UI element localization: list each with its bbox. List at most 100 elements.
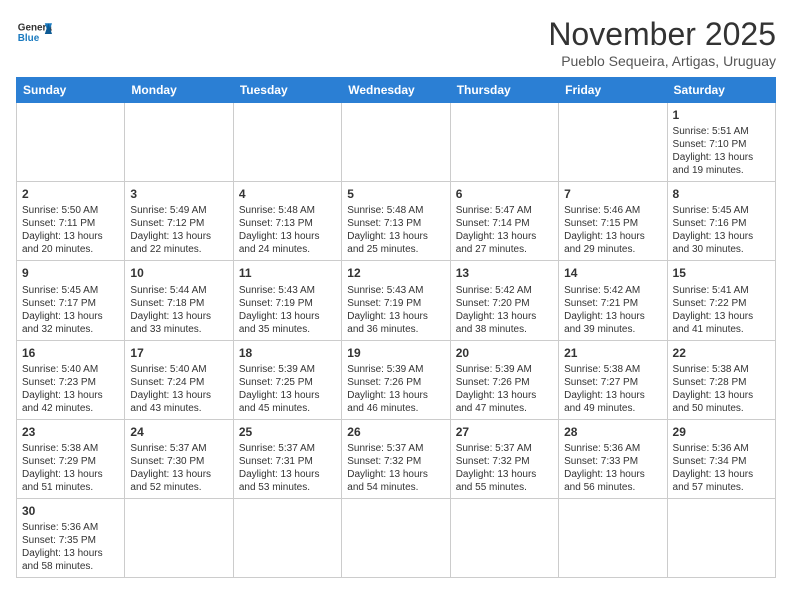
day-info: Sunrise: 5:45 AM Sunset: 7:16 PM Dayligh… bbox=[673, 204, 770, 256]
calendar-day-cell: 26 Sunrise: 5:37 AM Sunset: 7:32 PM Dayli… bbox=[342, 419, 450, 498]
day-number: 28 bbox=[564, 424, 661, 440]
svg-text:Blue: Blue bbox=[18, 33, 40, 44]
calendar-day-cell: 4Sunrise: 5:48 AM Sunset: 7:13 PM Daylig… bbox=[233, 182, 341, 261]
day-number: 7 bbox=[564, 186, 661, 202]
calendar-day-cell: 3 Sunrise: 5:49 AM Sunset: 7:12 PM Daylig… bbox=[125, 182, 233, 261]
calendar-day-cell: 17 Sunrise: 5:40 AM Sunset: 7:24 PM Dayli… bbox=[125, 340, 233, 419]
logo: General Blue bbox=[16, 16, 52, 52]
day-info: Sunrise: 5:47 AM Sunset: 7:14 PM Dayligh… bbox=[456, 204, 553, 256]
calendar-day-cell: 2Sunrise: 5:50 AM Sunset: 7:11 PM Daylig… bbox=[17, 182, 125, 261]
day-info: Sunrise: 5:36 AM Sunset: 7:33 PM Dayligh… bbox=[564, 442, 661, 494]
calendar-table: SundayMondayTuesdayWednesdayThursdayFrid… bbox=[16, 77, 776, 578]
calendar-day-cell: 14 Sunrise: 5:42 AM Sunset: 7:21 PM Dayli… bbox=[559, 261, 667, 340]
day-info: Sunrise: 5:39 AM Sunset: 7:26 PM Dayligh… bbox=[456, 363, 553, 415]
day-number: 27 bbox=[456, 424, 553, 440]
day-number: 30 bbox=[22, 503, 119, 519]
calendar-day-cell: 11 Sunrise: 5:43 AM Sunset: 7:19 PM Dayli… bbox=[233, 261, 341, 340]
location-subtitle: Pueblo Sequeira, Artigas, Uruguay bbox=[548, 53, 776, 69]
calendar-day-cell: 20Sunrise: 5:39 AM Sunset: 7:26 PM Dayli… bbox=[450, 340, 558, 419]
calendar-day-cell: 30 Sunrise: 5:36 AM Sunset: 7:35 PM Dayli… bbox=[17, 498, 125, 577]
calendar-week-row: 30 Sunrise: 5:36 AM Sunset: 7:35 PM Dayli… bbox=[17, 498, 776, 577]
day-number: 13 bbox=[456, 265, 553, 281]
calendar-day-cell bbox=[450, 498, 558, 577]
day-info: Sunrise: 5:41 AM Sunset: 7:22 PM Dayligh… bbox=[673, 284, 770, 336]
calendar-day-cell: 8Sunrise: 5:45 AM Sunset: 7:16 PM Daylig… bbox=[667, 182, 775, 261]
day-info: Sunrise: 5:42 AM Sunset: 7:21 PM Dayligh… bbox=[564, 284, 661, 336]
day-info: Sunrise: 5:37 AM Sunset: 7:32 PM Dayligh… bbox=[347, 442, 444, 494]
day-info: Sunrise: 5:51 AM Sunset: 7:10 PM Dayligh… bbox=[673, 125, 770, 177]
day-number: 9 bbox=[22, 265, 119, 281]
calendar-day-cell bbox=[233, 103, 341, 182]
day-number: 11 bbox=[239, 265, 336, 281]
day-info: Sunrise: 5:48 AM Sunset: 7:13 PM Dayligh… bbox=[347, 204, 444, 256]
calendar-day-cell bbox=[17, 103, 125, 182]
day-number: 19 bbox=[347, 345, 444, 361]
calendar-day-cell: 5 Sunrise: 5:48 AM Sunset: 7:13 PM Daylig… bbox=[342, 182, 450, 261]
day-number: 12 bbox=[347, 265, 444, 281]
day-number: 2 bbox=[22, 186, 119, 202]
day-info: Sunrise: 5:39 AM Sunset: 7:26 PM Dayligh… bbox=[347, 363, 444, 415]
calendar-day-cell: 25Sunrise: 5:37 AM Sunset: 7:31 PM Dayli… bbox=[233, 419, 341, 498]
calendar-day-cell: 7Sunrise: 5:46 AM Sunset: 7:15 PM Daylig… bbox=[559, 182, 667, 261]
day-info: Sunrise: 5:43 AM Sunset: 7:19 PM Dayligh… bbox=[239, 284, 336, 336]
calendar-day-cell bbox=[559, 103, 667, 182]
calendar-day-cell bbox=[342, 498, 450, 577]
calendar-day-cell: 24 Sunrise: 5:37 AM Sunset: 7:30 PM Dayli… bbox=[125, 419, 233, 498]
calendar-day-cell: 1 Sunrise: 5:51 AM Sunset: 7:10 PM Daylig… bbox=[667, 103, 775, 182]
day-info: Sunrise: 5:39 AM Sunset: 7:25 PM Dayligh… bbox=[239, 363, 336, 415]
calendar-day-cell bbox=[125, 498, 233, 577]
calendar-day-cell: 6 Sunrise: 5:47 AM Sunset: 7:14 PM Daylig… bbox=[450, 182, 558, 261]
calendar-day-cell bbox=[125, 103, 233, 182]
calendar-day-cell: 16 Sunrise: 5:40 AM Sunset: 7:23 PM Dayli… bbox=[17, 340, 125, 419]
day-number: 23 bbox=[22, 424, 119, 440]
day-number: 10 bbox=[130, 265, 227, 281]
day-number: 21 bbox=[564, 345, 661, 361]
day-number: 14 bbox=[564, 265, 661, 281]
day-info: Sunrise: 5:38 AM Sunset: 7:28 PM Dayligh… bbox=[673, 363, 770, 415]
day-info: Sunrise: 5:37 AM Sunset: 7:31 PM Dayligh… bbox=[239, 442, 336, 494]
day-number: 22 bbox=[673, 345, 770, 361]
page-header: General Blue November 2025 Pueblo Sequei… bbox=[16, 16, 776, 69]
calendar-day-cell: 9 Sunrise: 5:45 AM Sunset: 7:17 PM Daylig… bbox=[17, 261, 125, 340]
day-number: 26 bbox=[347, 424, 444, 440]
calendar-day-cell: 28 Sunrise: 5:36 AM Sunset: 7:33 PM Dayli… bbox=[559, 419, 667, 498]
day-info: Sunrise: 5:43 AM Sunset: 7:19 PM Dayligh… bbox=[347, 284, 444, 336]
calendar-day-cell bbox=[342, 103, 450, 182]
calendar-day-cell: 12 Sunrise: 5:43 AM Sunset: 7:19 PM Dayli… bbox=[342, 261, 450, 340]
calendar-day-cell bbox=[559, 498, 667, 577]
day-info: Sunrise: 5:44 AM Sunset: 7:18 PM Dayligh… bbox=[130, 284, 227, 336]
calendar-day-cell: 23 Sunrise: 5:38 AM Sunset: 7:29 PM Dayli… bbox=[17, 419, 125, 498]
calendar-week-row: 2Sunrise: 5:50 AM Sunset: 7:11 PM Daylig… bbox=[17, 182, 776, 261]
day-number: 24 bbox=[130, 424, 227, 440]
day-info: Sunrise: 5:42 AM Sunset: 7:20 PM Dayligh… bbox=[456, 284, 553, 336]
calendar-day-cell: 21Sunrise: 5:38 AM Sunset: 7:27 PM Dayli… bbox=[559, 340, 667, 419]
day-number: 3 bbox=[130, 186, 227, 202]
day-number: 1 bbox=[673, 107, 770, 123]
day-info: Sunrise: 5:40 AM Sunset: 7:24 PM Dayligh… bbox=[130, 363, 227, 415]
day-of-week-friday: Friday bbox=[559, 78, 667, 103]
day-info: Sunrise: 5:37 AM Sunset: 7:32 PM Dayligh… bbox=[456, 442, 553, 494]
day-info: Sunrise: 5:40 AM Sunset: 7:23 PM Dayligh… bbox=[22, 363, 119, 415]
day-info: Sunrise: 5:37 AM Sunset: 7:30 PM Dayligh… bbox=[130, 442, 227, 494]
calendar-day-cell: 19 Sunrise: 5:39 AM Sunset: 7:26 PM Dayli… bbox=[342, 340, 450, 419]
day-of-week-thursday: Thursday bbox=[450, 78, 558, 103]
day-number: 17 bbox=[130, 345, 227, 361]
day-info: Sunrise: 5:38 AM Sunset: 7:29 PM Dayligh… bbox=[22, 442, 119, 494]
day-info: Sunrise: 5:49 AM Sunset: 7:12 PM Dayligh… bbox=[130, 204, 227, 256]
day-number: 5 bbox=[347, 186, 444, 202]
day-info: Sunrise: 5:36 AM Sunset: 7:35 PM Dayligh… bbox=[22, 521, 119, 573]
day-number: 6 bbox=[456, 186, 553, 202]
calendar-day-cell: 29 Sunrise: 5:36 AM Sunset: 7:34 PM Dayli… bbox=[667, 419, 775, 498]
calendar-week-row: 16 Sunrise: 5:40 AM Sunset: 7:23 PM Dayli… bbox=[17, 340, 776, 419]
day-number: 18 bbox=[239, 345, 336, 361]
day-of-week-monday: Monday bbox=[125, 78, 233, 103]
day-number: 16 bbox=[22, 345, 119, 361]
title-block: November 2025 Pueblo Sequeira, Artigas, … bbox=[548, 16, 776, 69]
day-of-week-wednesday: Wednesday bbox=[342, 78, 450, 103]
calendar-week-row: 9 Sunrise: 5:45 AM Sunset: 7:17 PM Daylig… bbox=[17, 261, 776, 340]
day-info: Sunrise: 5:45 AM Sunset: 7:17 PM Dayligh… bbox=[22, 284, 119, 336]
day-number: 29 bbox=[673, 424, 770, 440]
day-info: Sunrise: 5:36 AM Sunset: 7:34 PM Dayligh… bbox=[673, 442, 770, 494]
calendar-day-cell: 18 Sunrise: 5:39 AM Sunset: 7:25 PM Dayli… bbox=[233, 340, 341, 419]
calendar-week-row: 23 Sunrise: 5:38 AM Sunset: 7:29 PM Dayli… bbox=[17, 419, 776, 498]
